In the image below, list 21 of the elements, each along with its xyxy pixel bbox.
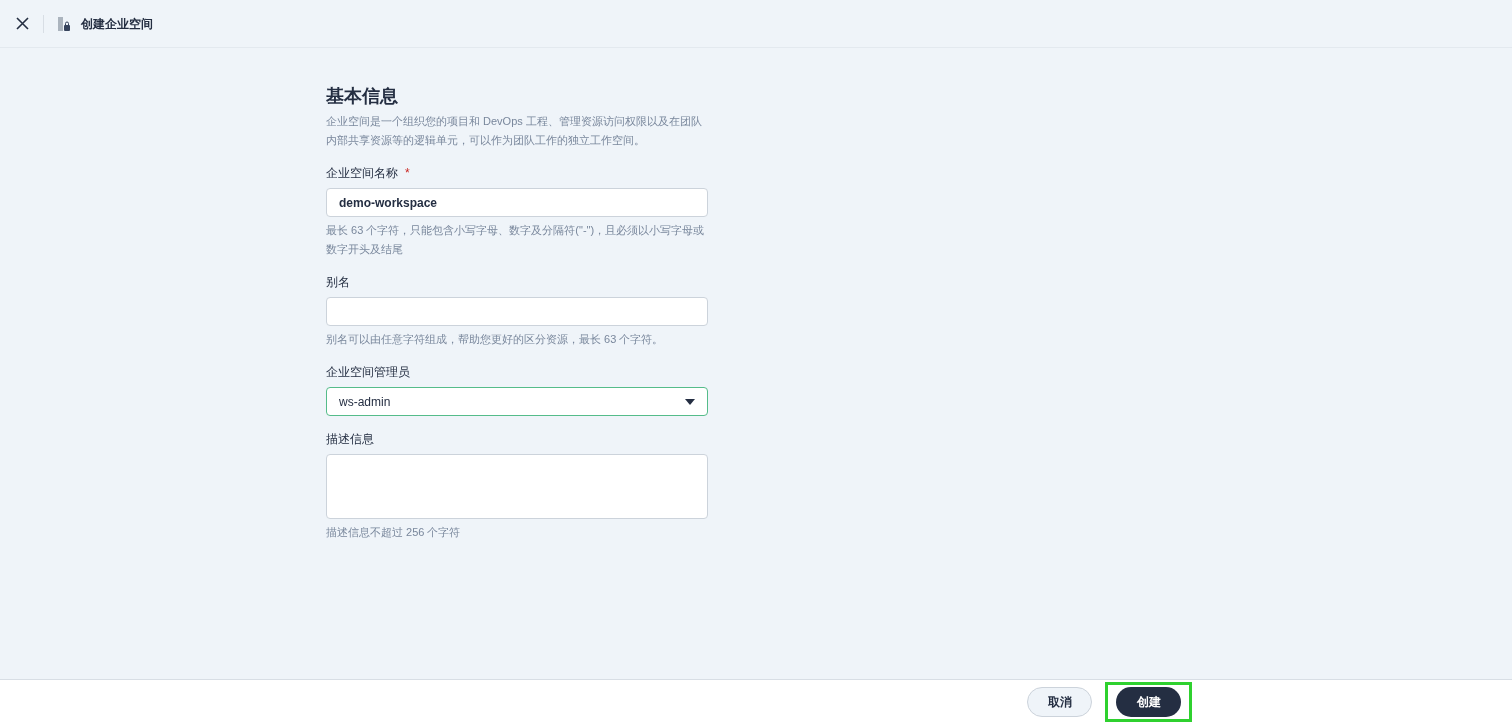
required-asterisk: * (405, 165, 410, 182)
create-button[interactable]: 创建 (1116, 686, 1181, 717)
section-description: 企业空间是一个组织您的项目和 DevOps 工程、管理资源访问权限以及在团队内部共享资源等的逻辑单元，可以作为团队工作的独立工作空间。 (326, 114, 703, 148)
section-title: 基本信息 (326, 85, 399, 108)
field-hint: 别名可以由任意字符组成，帮助您更好的区分资源，最长 63 个字符。 (326, 332, 665, 347)
cancel-button[interactable]: 取消 (1027, 686, 1092, 717)
field-label: 描述信息 (326, 431, 374, 448)
field-label: 企业空间管理员 (326, 364, 410, 381)
field-label: 企业空间名称 (326, 165, 398, 182)
text-field[interactable]: demo-workspace (326, 188, 708, 217)
page-title: 创建企业空间 (81, 15, 153, 33)
select-field[interactable]: ws-admin (326, 387, 708, 416)
field-label: 别名 (326, 274, 350, 291)
close-button[interactable] (14, 15, 30, 32)
textarea-field[interactable] (326, 454, 708, 519)
field-hint: 最长 63 个字符，只能包含小写字母、数字及分隔符("-")，且必须以小写字母或数字开头及结尾 (326, 223, 706, 257)
text-field[interactable] (326, 297, 708, 326)
building-lock-icon (57, 15, 71, 32)
field-hint: 描述信息不超过 256 个字符 (326, 525, 462, 540)
close-icon (15, 17, 29, 30)
caret-down-icon (685, 398, 695, 405)
